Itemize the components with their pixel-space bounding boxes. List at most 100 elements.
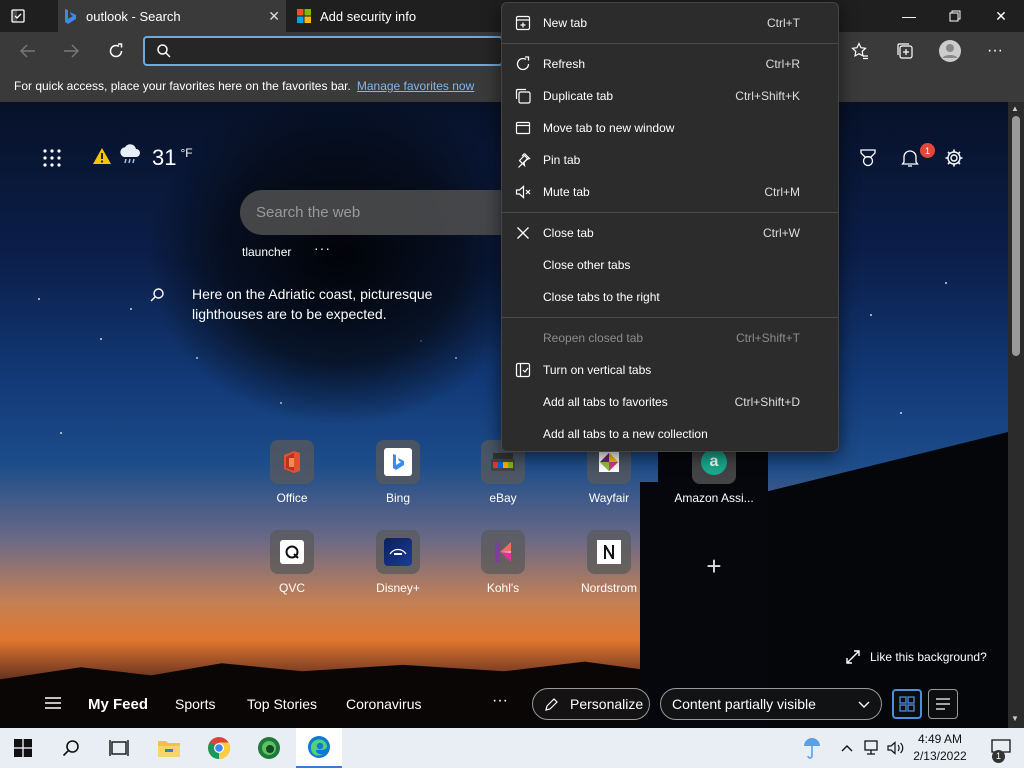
task-view-icon[interactable] [96, 728, 142, 768]
weather-taskbar-icon[interactable] [790, 728, 834, 768]
tile-nordstrom[interactable]: Nordstrom [564, 530, 654, 595]
menu-divider [502, 317, 838, 318]
kohls-icon [481, 530, 525, 574]
image-search-icon[interactable] [150, 288, 164, 307]
menu-item-add-tabs-collection[interactable]: Add all tabs to a new collection [502, 419, 838, 449]
tile-office[interactable]: Office [247, 440, 337, 505]
notifications-bell-icon[interactable] [898, 146, 922, 170]
like-background-link[interactable]: Like this background? [846, 650, 987, 664]
taskbar-search-icon[interactable] [48, 728, 94, 768]
rewards-icon[interactable] [856, 146, 880, 170]
menu-item-mute-tab[interactable]: Mute tab Ctrl+M [502, 177, 838, 207]
temperature-unit: °F [180, 146, 193, 160]
menu-item-add-tabs-favorites[interactable]: Add all tabs to favorites Ctrl+Shift+D [502, 387, 838, 417]
menu-shortcut: Ctrl+W [763, 226, 800, 240]
restore-icon[interactable] [932, 0, 978, 32]
weather-widget[interactable]: 31 °F [92, 144, 193, 172]
menu-item-close-tab[interactable]: Close tab Ctrl+W [502, 218, 838, 248]
file-explorer-icon[interactable] [146, 728, 192, 768]
feed-more-icon[interactable]: ··· [492, 692, 508, 710]
hamburger-menu-icon[interactable] [44, 696, 62, 715]
menu-label: Pin tab [543, 153, 581, 167]
system-clock[interactable]: 4:49 AM 2/13/2022 [910, 731, 970, 765]
collections-icon[interactable] [891, 37, 919, 65]
tile-label: Nordstrom [580, 581, 637, 595]
menu-item-duplicate-tab[interactable]: Duplicate tab Ctrl+Shift+K [502, 81, 838, 111]
bing-icon [376, 440, 420, 484]
mute-icon [515, 184, 531, 200]
favorites-bar-message: For quick access, place your favorites h… [14, 79, 351, 93]
menu-item-new-tab[interactable]: New tab Ctrl+T [502, 8, 838, 38]
menu-shortcut: Ctrl+Shift+T [735, 331, 800, 345]
tile-qvc[interactable]: QVC [247, 530, 337, 595]
scroll-up-icon[interactable]: ▲ [1011, 104, 1019, 113]
favorites-icon[interactable] [846, 37, 874, 65]
volume-icon[interactable] [884, 728, 908, 768]
feed-tab-my-feed[interactable]: My Feed [88, 696, 148, 713]
edge-icon[interactable] [296, 728, 342, 768]
feed-tab-coronavirus[interactable]: Coronavirus [346, 696, 421, 712]
tile-disney-plus[interactable]: Disney+ [353, 530, 443, 595]
notification-badge: 1 [920, 143, 935, 158]
menu-item-pin-tab[interactable]: Pin tab [502, 145, 838, 175]
menu-item-close-other-tabs[interactable]: Close other tabs [502, 250, 838, 280]
tile-label: QVC [278, 581, 305, 595]
like-background-label: Like this background? [870, 650, 987, 664]
settings-more-icon[interactable]: ··· [981, 37, 1009, 65]
feed-tab-sports[interactable]: Sports [175, 696, 215, 712]
windows-start-icon[interactable] [0, 728, 46, 768]
content-visibility-dropdown[interactable]: Content partially visible [660, 688, 882, 720]
quick-link-tlauncher[interactable]: tlauncher [242, 245, 291, 259]
tab-add-security-info[interactable]: Add security info [296, 0, 496, 32]
manage-favorites-link[interactable]: Manage favorites now [357, 79, 474, 93]
grid-layout-icon[interactable] [892, 689, 922, 719]
list-layout-icon[interactable] [928, 689, 958, 719]
background-tree [150, 102, 530, 422]
tile-label: Office [276, 491, 308, 505]
tile-kohls[interactable]: Kohl's [458, 530, 548, 595]
duplicate-icon [515, 88, 531, 104]
scrollbar-thumb[interactable] [1012, 116, 1020, 356]
tab-title: Add security info [320, 8, 417, 24]
add-site-plus-icon[interactable]: + [702, 553, 726, 579]
network-icon[interactable] [859, 728, 883, 768]
pin-icon [515, 152, 531, 168]
menu-item-refresh[interactable]: Refresh Ctrl+R [502, 49, 838, 79]
quick-links-more-icon[interactable]: ··· [314, 240, 331, 256]
tab-title: outlook - Search [86, 8, 181, 24]
web-search-input[interactable]: Search the web [240, 190, 530, 235]
address-bar-input[interactable] [143, 36, 503, 66]
menu-shortcut: Ctrl+Shift+D [734, 395, 800, 409]
windows-taskbar: 4:49 AM 2/13/2022 1 [0, 728, 1024, 768]
personalize-button[interactable]: Personalize [532, 688, 650, 720]
menu-label: Turn on vertical tabs [543, 363, 652, 377]
show-hidden-icons-chevron-icon[interactable] [836, 728, 858, 768]
tab-actions-icon[interactable] [10, 8, 26, 24]
page-scrollbar[interactable]: ▲ ▼ [1008, 102, 1024, 728]
menu-label: Close tab [543, 226, 594, 240]
scroll-down-icon[interactable]: ▼ [1011, 714, 1019, 723]
image-caption[interactable]: Here on the Adriatic coast, picturesque … [192, 284, 482, 324]
office-icon [270, 440, 314, 484]
close-tab-icon[interactable]: ✕ [268, 8, 280, 25]
bing-icon [62, 8, 78, 24]
refresh-icon[interactable] [102, 37, 130, 65]
menu-item-vertical-tabs[interactable]: Turn on vertical tabs [502, 355, 838, 385]
disney-plus-icon [376, 530, 420, 574]
tile-bing[interactable]: Bing [353, 440, 443, 505]
chrome-icon[interactable] [196, 728, 242, 768]
minimize-icon[interactable]: — [886, 0, 932, 32]
menu-item-move-tab-new-window[interactable]: Move tab to new window [502, 113, 838, 143]
back-icon[interactable] [14, 37, 42, 65]
edge-dev-icon[interactable] [246, 728, 292, 768]
tab-outlook-search[interactable]: outlook - Search ✕ [58, 0, 286, 32]
profile-avatar-icon[interactable] [936, 37, 964, 65]
feed-bar: My Feed Sports Top Stories Coronavirus ·… [0, 684, 1008, 728]
forward-icon[interactable] [57, 37, 85, 65]
page-settings-gear-icon[interactable] [942, 146, 966, 170]
close-window-icon[interactable]: ✕ [978, 0, 1024, 32]
app-launcher-icon[interactable] [42, 148, 62, 168]
feed-tab-top-stories[interactable]: Top Stories [247, 696, 317, 712]
menu-item-close-tabs-right[interactable]: Close tabs to the right [502, 282, 838, 312]
chevron-down-icon [857, 697, 871, 714]
